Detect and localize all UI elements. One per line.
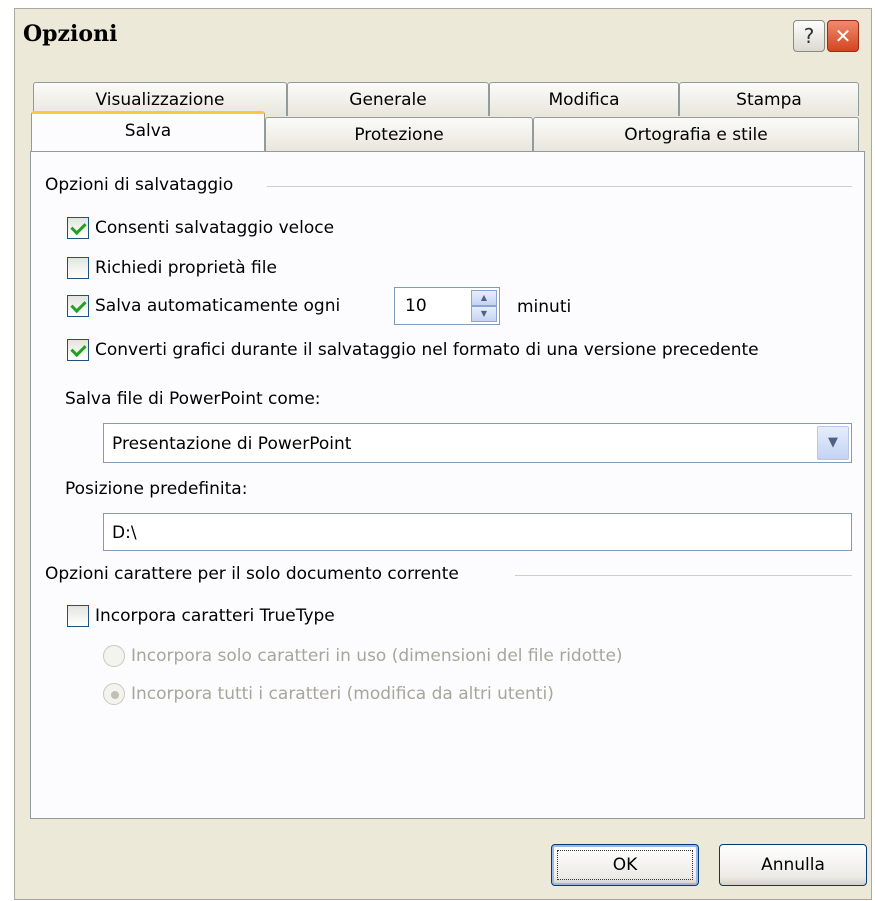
tab-salva[interactable]: Salva (31, 111, 265, 151)
options-dialog: Opzioni ? ✕ Visualizzazione Generale Mod… (14, 8, 872, 900)
spin-up-icon[interactable]: ▲ (471, 290, 497, 306)
help-icon: ? (803, 24, 815, 48)
default-location-value: D:\ (112, 523, 137, 543)
embed-all-label: Incorpora tutti i caratteri (modifica da… (131, 684, 554, 704)
tab-ortografia-e-stile[interactable]: Ortografia e stile (533, 117, 859, 151)
prompt-props-checkbox[interactable] (67, 257, 89, 279)
chevron-down-icon[interactable]: ▼ (817, 426, 849, 460)
tab-modifica[interactable]: Modifica (489, 82, 679, 116)
close-icon: ✕ (834, 24, 852, 48)
tab-stampa[interactable]: Stampa (679, 82, 859, 116)
dialog-title: Opzioni (23, 21, 118, 47)
prompt-props-label: Richiedi proprietà file (95, 258, 277, 278)
tab-generale[interactable]: Generale (287, 82, 489, 116)
embed-all-option: Incorpora tutti i caratteri (modifica da… (103, 683, 554, 705)
save-as-label: Salva file di PowerPoint come: (65, 389, 321, 409)
convert-graphics-option[interactable]: Converti grafici durante il salvataggio … (67, 339, 759, 361)
autosave-label: Salva automaticamente ogni (95, 296, 341, 316)
fast-save-label: Consenti salvataggio veloce (95, 218, 335, 238)
focus-ring (557, 850, 693, 880)
spin-down-icon[interactable]: ▼ (471, 306, 497, 322)
embed-used-label: Incorpora solo caratteri in uso (dimensi… (131, 646, 623, 666)
prompt-props-option[interactable]: Richiedi proprietà file (67, 257, 277, 279)
embed-truetype-option[interactable]: Incorpora caratteri TrueType (67, 605, 335, 627)
autosave-unit-label: minuti (517, 297, 572, 317)
autosave-minutes-stepper[interactable]: 10 ▲ ▼ (394, 287, 500, 325)
font-options-title: Opzioni carattere per il solo documento … (45, 564, 467, 584)
fast-save-checkbox[interactable] (67, 217, 89, 239)
group-divider (267, 186, 852, 187)
group-divider (515, 575, 852, 576)
embed-truetype-checkbox[interactable] (67, 605, 89, 627)
embed-used-radio (103, 645, 125, 667)
embed-used-option: Incorpora solo caratteri in uso (dimensi… (103, 645, 623, 667)
default-location-input[interactable]: D:\ (103, 513, 852, 551)
close-button[interactable]: ✕ (827, 20, 859, 52)
cancel-label: Annulla (761, 855, 825, 875)
default-location-label: Posizione predefinita: (65, 479, 248, 499)
autosave-minutes-value: 10 (405, 296, 427, 316)
save-options-title: Opzioni di salvataggio (45, 175, 242, 195)
convert-graphics-label: Converti grafici durante il salvataggio … (95, 340, 759, 360)
convert-graphics-checkbox[interactable] (67, 339, 89, 361)
ok-button[interactable]: OK (551, 844, 699, 886)
tab-protezione[interactable]: Protezione (265, 117, 533, 151)
embed-truetype-label: Incorpora caratteri TrueType (95, 606, 335, 626)
fast-save-option[interactable]: Consenti salvataggio veloce (67, 217, 334, 239)
autosave-checkbox[interactable] (67, 295, 89, 317)
autosave-option[interactable]: Salva automaticamente ogni (67, 295, 340, 317)
help-button[interactable]: ? (793, 20, 825, 52)
cancel-button[interactable]: Annulla (719, 844, 867, 886)
save-as-value: Presentazione di PowerPoint (112, 434, 352, 454)
embed-all-radio (103, 683, 125, 705)
save-as-select[interactable]: Presentazione di PowerPoint ▼ (103, 423, 852, 463)
